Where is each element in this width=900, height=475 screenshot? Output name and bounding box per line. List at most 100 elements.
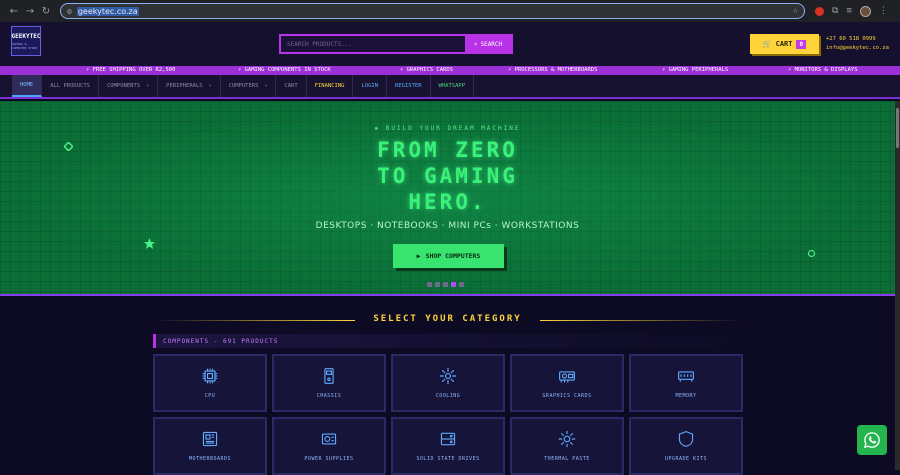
nav-home[interactable]: HOME (12, 75, 43, 97)
category-card-memory[interactable]: MEMORY (629, 354, 743, 412)
nav-label: REGISTER (395, 83, 422, 89)
search-icon: ⌕ (473, 40, 478, 48)
nav-financing[interactable]: FINANCING (307, 75, 354, 97)
ticker-item: ⚡ MONITORS & DISPLAYS (788, 67, 858, 73)
logo-tagline: GAMING & COMPUTER STORE (12, 41, 38, 50)
nav-label: WHATSAPP (438, 83, 466, 89)
ssd-icon (440, 432, 456, 446)
carousel-dot[interactable] (443, 282, 448, 287)
nav-all-products[interactable]: ALL PRODUCTS (42, 75, 99, 97)
nav-login[interactable]: LOGIN (353, 75, 388, 97)
category-card-cooling[interactable]: COOLING (391, 354, 505, 412)
nav-peripherals[interactable]: PERIPHERALS ▾ (158, 75, 221, 97)
chevron-down-icon: ▾ (264, 83, 268, 89)
category-card-solid-state-drives[interactable]: SOLID STATE DRIVES (391, 417, 505, 475)
thermal-paste-icon (558, 430, 576, 448)
hero-title-line: FROM ZERO (377, 138, 518, 162)
category-label: POWER SUPPLIES (304, 456, 354, 462)
cart-count-badge: 0 (796, 39, 807, 49)
whatsapp-button[interactable] (857, 425, 887, 455)
carousel-dot[interactable] (427, 282, 432, 287)
shop-computers-button[interactable]: ▶ SHOP COMPUTERS (393, 244, 504, 268)
email-link[interactable]: info@geekytec.co.za (826, 44, 889, 53)
site-info-icon[interactable]: ⚙ (67, 7, 72, 16)
ticker-item: ⚡ GAMING COMPONENTS IN STOCK (238, 67, 331, 73)
site-header: GEEKYTEC GAMING & COMPUTER STORE ⌕ SEARC… (0, 22, 900, 66)
nav-label: CART (284, 83, 298, 89)
memory-icon (678, 371, 694, 382)
cart-button[interactable]: 🛒 CART 0 (750, 34, 819, 54)
category-card-graphics-cards[interactable]: GRAPHICS CARDS (510, 354, 624, 412)
bookmark-star-icon[interactable]: ☆ (793, 6, 798, 16)
nav-label: ALL PRODUCTS (50, 83, 90, 89)
address-bar[interactable]: ⚙ geekytec.co.za ☆ (60, 3, 805, 19)
ticker-item: ⚡ GAMING PERIPHERALS (662, 67, 729, 73)
url-text[interactable]: geekytec.co.za (76, 6, 139, 16)
ticker-item: ⚡ PROCESSORS & MOTHERBOARDS (508, 67, 598, 73)
hero-title-line: TO GAMING (377, 164, 518, 188)
carousel-dot[interactable] (459, 282, 464, 287)
hero-subtitle: DESKTOPS · NOTEBOOKS · MINI PCs · WORKST… (315, 221, 580, 231)
carousel-dot[interactable] (435, 282, 440, 287)
category-card-upgrade-kits[interactable]: UPGRADE KITS (629, 417, 743, 475)
hero-title: FROM ZERO TO GAMING HERO. (0, 137, 895, 215)
chassis-icon (324, 368, 334, 384)
nav-whatsapp[interactable]: WHATSAPP (431, 75, 475, 97)
hero-title-line: HERO. (408, 190, 487, 214)
circle-icon (807, 249, 816, 258)
cpu-icon (202, 368, 218, 384)
chevron-down-icon: ▾ (146, 83, 150, 89)
carousel-dot[interactable] (451, 282, 456, 287)
nav-register[interactable]: REGISTER (387, 75, 431, 97)
whatsapp-icon (863, 432, 880, 449)
phone-link[interactable]: +27 60 518 0999 (826, 35, 889, 44)
page-scrollbar[interactable] (895, 101, 900, 470)
nav-label: COMPONENTS (107, 83, 141, 89)
category-label: MEMORY (675, 393, 697, 399)
promo-ticker: ⚡ FREE SHIPPING OVER R2,500 ⚡ GAMING COM… (0, 66, 900, 75)
cart-icon: 🛒 (762, 40, 772, 48)
search-bar: ⌕ SEARCH (279, 34, 513, 54)
forward-icon[interactable]: → (22, 6, 38, 17)
ticker-item: ⚡ FREE SHIPPING OVER R2,500 (86, 67, 176, 73)
star-icon (144, 238, 155, 249)
play-icon: ▶ (416, 252, 421, 260)
nav-components[interactable]: COMPONENTS ▾ (99, 75, 159, 97)
profile-avatar[interactable] (859, 5, 871, 17)
power-supply-icon (321, 433, 337, 445)
nav-computers[interactable]: COMPUTERS ▾ (221, 75, 277, 97)
extension-icon[interactable] (815, 6, 824, 16)
category-grid: CPU CHASSIS COOLING GRAPHICS CARDS MEMOR… (153, 354, 743, 475)
category-card-power-supplies[interactable]: POWER SUPPLIES (272, 417, 386, 475)
category-card-cpu[interactable]: CPU (153, 354, 267, 412)
nav-label: COMPUTERS (228, 83, 259, 89)
search-button[interactable]: ⌕ SEARCH (465, 36, 511, 52)
site-logo[interactable]: GEEKYTEC GAMING & COMPUTER STORE (11, 26, 41, 56)
category-card-motherboards[interactable]: MOTHERBOARDS (153, 417, 267, 475)
hero-banner: ▪ BUILD YOUR DREAM MACHINE FROM ZERO TO … (0, 101, 895, 296)
tab-search-icon[interactable]: ≡ (846, 6, 851, 16)
nav-label: LOGIN (361, 83, 379, 89)
menu-kebab-icon[interactable]: ⋮ (879, 6, 888, 16)
category-label: MOTHERBOARDS (188, 456, 232, 462)
reload-icon[interactable]: ↻ (38, 6, 54, 17)
cta-label: SHOP COMPUTERS (425, 252, 481, 260)
category-label: CPU (204, 393, 216, 399)
scrollbar-thumb[interactable] (896, 108, 899, 148)
category-label: COOLING (435, 393, 461, 399)
back-icon[interactable]: ← (6, 6, 22, 17)
gpu-icon (559, 371, 575, 383)
extensions-puzzle-icon[interactable]: ⧉ (832, 6, 838, 16)
nav-label: PERIPHERALS (166, 83, 203, 89)
category-card-thermal-paste[interactable]: THERMAL PASTE (510, 417, 624, 475)
logo-text: GEEKYTEC (11, 32, 41, 40)
category-card-chassis[interactable]: CHASSIS (272, 354, 386, 412)
ticker-item: ⚡ GRAPHICS CARDS (400, 67, 453, 73)
category-section-title: SELECT YOUR CATEGORY (373, 314, 522, 324)
contact-info: +27 60 518 0999 info@geekytec.co.za (826, 35, 889, 53)
components-heading: COMPONENTS - 691 PRODUCTS (153, 334, 743, 348)
search-input[interactable] (281, 36, 465, 52)
nav-cart[interactable]: CART (276, 75, 307, 97)
category-label: UPGRADE KITS (664, 456, 708, 462)
nav-label: HOME (20, 82, 34, 88)
